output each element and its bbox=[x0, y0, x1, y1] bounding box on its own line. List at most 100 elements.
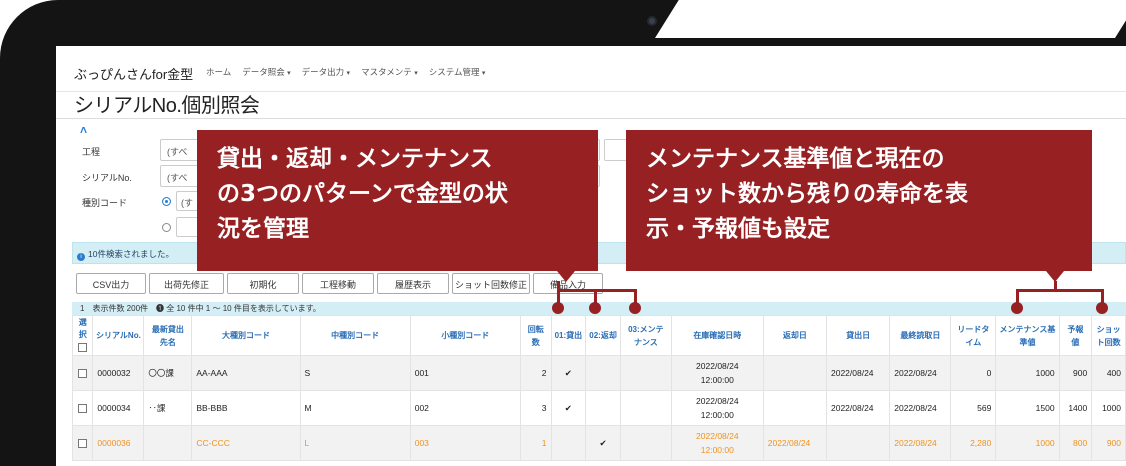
cell-rotation: 3 bbox=[519, 390, 552, 426]
cell-serial: 0000032 bbox=[92, 355, 145, 391]
check-icon: ✔ bbox=[550, 390, 587, 426]
edit-shot-count-button[interactable]: ショット回数修正 bbox=[452, 273, 530, 294]
cell-rotation: 1 bbox=[519, 425, 552, 461]
cell-lend-date: 2022/08/24 bbox=[825, 355, 891, 391]
chevron-up-icon[interactable]: ˄ bbox=[80, 123, 87, 137]
cell-last-read: 2022/08/24 bbox=[889, 425, 952, 461]
col-serial[interactable]: シリアルNo. bbox=[92, 315, 145, 356]
row-checkbox[interactable] bbox=[78, 369, 88, 379]
col-rotation[interactable]: 回転数 bbox=[519, 315, 552, 356]
cell-destination: 〇〇課 bbox=[143, 355, 193, 391]
screenshot-stage: ぶっぴんさんfor金型 ホーム データ照会 ▾ データ出力 ▾ マスタメンテ ▾… bbox=[0, 0, 1126, 466]
cell-large-type: CC-CCC bbox=[191, 425, 301, 461]
bezel-background-cut bbox=[655, 0, 1126, 38]
connector-left-h bbox=[558, 289, 637, 292]
col-shot-count-label: ショット回数 bbox=[1096, 324, 1121, 347]
results-table: 選択 シリアルNo. 最新貸出先名 大種別コード 中種別コード 小種別コード 回… bbox=[71, 315, 1126, 461]
nav-data-query[interactable]: データ照会 ▾ bbox=[242, 66, 290, 78]
caret-down-icon: ▾ bbox=[287, 70, 291, 77]
nav-data-query-label: データ照会 bbox=[242, 67, 285, 77]
callout-left-line-1: 貸出・返却・メンテナンス bbox=[217, 146, 493, 172]
cell-forecast: 1400 bbox=[1058, 390, 1093, 426]
col-select: 選択 bbox=[71, 315, 94, 356]
stock-time: 12:00:00 bbox=[700, 410, 734, 420]
show-history-button[interactable]: 履歴表示 bbox=[377, 273, 449, 294]
info-icon: i bbox=[77, 253, 85, 261]
callout-right-line-3: 示・予報値も設定 bbox=[646, 216, 830, 242]
col-lend[interactable]: 01:貸出 bbox=[550, 315, 587, 356]
type-radio-1[interactable] bbox=[162, 197, 171, 206]
cell-small-type: 001 bbox=[409, 355, 521, 391]
nav-system-admin-label: システム管理 bbox=[428, 67, 480, 77]
row-checkbox[interactable] bbox=[78, 404, 88, 414]
cell-last-read: 2022/08/24 bbox=[889, 355, 952, 391]
cell-lead-time: 0 bbox=[950, 355, 997, 391]
nav-master-maint-label: マスタメンテ bbox=[361, 67, 412, 77]
cell-shot-count: 1000 bbox=[1091, 390, 1126, 426]
cell-serial: 0000034 bbox=[92, 390, 145, 426]
camera-icon bbox=[647, 16, 657, 26]
cell-return-date bbox=[762, 390, 827, 426]
callout-left-line-2: の3つのパターンで金型の状 bbox=[217, 181, 508, 207]
cell-maint-standard: 1500 bbox=[995, 390, 1060, 426]
stock-date: 2022/08/24 bbox=[696, 361, 739, 371]
col-stock-date[interactable]: 在庫確認日時 bbox=[670, 315, 764, 356]
cell-lend-date bbox=[825, 425, 891, 461]
col-small-type[interactable]: 小種別コード bbox=[409, 315, 521, 356]
cell-stock-date: 2022/08/24 12:00:00 bbox=[670, 425, 764, 461]
col-return-date[interactable]: 返却日 bbox=[762, 315, 827, 356]
marker-return-dot bbox=[589, 302, 601, 314]
cell-destination bbox=[143, 425, 193, 461]
col-rotation-label: 回転数 bbox=[527, 324, 544, 347]
col-select-label: 選択 bbox=[78, 318, 87, 339]
type-radio-2[interactable] bbox=[162, 223, 171, 232]
stock-time: 12:00:00 bbox=[700, 375, 734, 385]
col-maint-standard-label: メンテナンス基準値 bbox=[999, 324, 1056, 347]
col-maintenance[interactable]: 03:メンテナンス bbox=[619, 315, 672, 356]
col-middle-type[interactable]: 中種別コード bbox=[299, 315, 411, 356]
cell-return-date bbox=[762, 355, 827, 391]
table-row[interactable]: 0000034 ‥課 BB-BBB M 002 3 ✔ 2022/08/24 12… bbox=[71, 390, 1126, 426]
connector-right-v0 bbox=[1054, 281, 1057, 291]
process-label: 工程 bbox=[82, 147, 101, 157]
nav-data-output[interactable]: データ出力 ▾ bbox=[302, 66, 350, 78]
nav-master-maint[interactable]: マスタメンテ ▾ bbox=[361, 66, 418, 78]
col-destination[interactable]: 最新貸出先名 bbox=[143, 315, 193, 356]
cell-lend-date: 2022/08/24 bbox=[825, 390, 891, 426]
cell-maint-flag bbox=[619, 355, 672, 391]
nav-home[interactable]: ホーム bbox=[206, 66, 231, 78]
col-shot-count[interactable]: ショット回数 bbox=[1091, 315, 1126, 356]
cell-small-type: 003 bbox=[409, 425, 521, 461]
col-maint-standard[interactable]: メンテナンス基準値 bbox=[995, 315, 1060, 356]
cell-stock-date: 2022/08/24 12:00:00 bbox=[670, 355, 764, 391]
col-large-type[interactable]: 大種別コード bbox=[191, 315, 301, 356]
csv-export-button[interactable]: CSV出力 bbox=[76, 273, 146, 294]
table-row[interactable]: 0000036 CC-CCC L 003 1 ✔ 2022/08/24 12:00… bbox=[71, 425, 1126, 461]
row-checkbox[interactable] bbox=[78, 439, 88, 449]
col-lend-date[interactable]: 貸出日 bbox=[825, 315, 891, 356]
edit-destination-button[interactable]: 出荷先修正 bbox=[149, 273, 224, 294]
col-destination-label: 最新貸出先名 bbox=[151, 324, 184, 347]
col-lead-time-label: リードタイム bbox=[957, 324, 990, 347]
cell-maint-flag bbox=[619, 425, 672, 461]
col-forecast[interactable]: 予報値 bbox=[1058, 315, 1093, 356]
col-return[interactable]: 02:返却 bbox=[585, 315, 621, 356]
col-lend-label: 01:貸出 bbox=[554, 331, 583, 340]
select-all-checkbox[interactable] bbox=[78, 343, 88, 353]
col-last-read[interactable]: 最終読取日 bbox=[889, 315, 952, 356]
marker-shot-count-dot bbox=[1096, 302, 1108, 314]
cell-rotation: 2 bbox=[519, 355, 552, 391]
cell-last-read: 2022/08/24 bbox=[889, 390, 952, 426]
app-brand[interactable]: ぶっぴんさんfor金型 bbox=[74, 64, 193, 83]
move-process-button[interactable]: 工程移動 bbox=[302, 273, 374, 294]
initialize-button[interactable]: 初期化 bbox=[227, 273, 299, 294]
check-icon: ✔ bbox=[585, 425, 621, 461]
table-row[interactable]: 0000032 〇〇課 AA-AAA S 001 2 ✔ 2022/08/24 1… bbox=[71, 355, 1126, 391]
nav-links: ホーム データ照会 ▾ データ出力 ▾ マスタメンテ ▾ システム管理 ▾ bbox=[206, 66, 485, 78]
marker-maintenance-dot bbox=[629, 302, 641, 314]
row-select-cell bbox=[71, 425, 94, 461]
callout-remaining-life: メンテナンス基準値と現在の ショット数から残りの寿命を表 示・予報値も設定 bbox=[626, 130, 1092, 271]
nav-system-admin[interactable]: システム管理 ▾ bbox=[429, 66, 486, 78]
col-lead-time[interactable]: リードタイム bbox=[950, 315, 997, 356]
page-title: シリアルNo.個別照会 bbox=[74, 95, 260, 117]
